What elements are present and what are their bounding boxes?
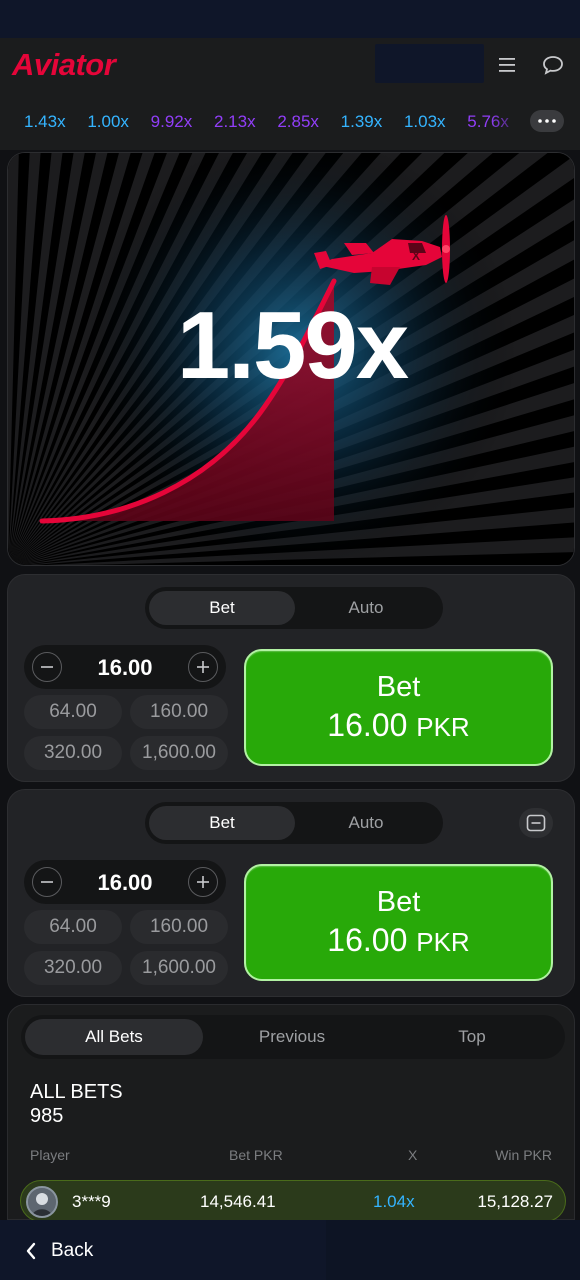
- history-item: 1.39x: [340, 112, 383, 131]
- all-bets-count: 985: [30, 1105, 64, 1127]
- game-canvas: X 1.59x: [7, 152, 575, 566]
- row-bet: 14,546.41: [200, 1192, 276, 1211]
- decrease-button[interactable]: [32, 867, 62, 897]
- place-bet-button[interactable]: Bet 16.00 PKR: [244, 649, 553, 766]
- row-win: 15,128.27: [477, 1192, 553, 1211]
- balance-box: [375, 44, 484, 83]
- bet-mode-switch: Bet Auto: [145, 802, 443, 844]
- bet-amount-value: 16.00: [327, 922, 408, 958]
- bet-button-label: Bet: [376, 886, 421, 918]
- more-dots-icon[interactable]: [530, 110, 564, 132]
- history-item: 2.13x: [213, 112, 256, 131]
- app-header: Aviator: [0, 38, 580, 94]
- increase-button[interactable]: [188, 652, 218, 682]
- bet-button-label: Bet: [376, 671, 421, 703]
- minus-icon: [41, 881, 53, 883]
- history-fade: [490, 106, 526, 138]
- row-player: 3***9: [72, 1192, 111, 1211]
- table-row: 3***9 14,546.41 1.04x 15,128.27: [20, 1180, 566, 1222]
- bottom-nav: Back: [0, 1220, 580, 1280]
- tab-top[interactable]: Top: [383, 1019, 561, 1055]
- tab-auto[interactable]: Auto: [293, 806, 439, 840]
- all-bets-title: ALL BETS: [30, 1081, 123, 1103]
- bet-amount-stepper: 16.00: [24, 860, 226, 904]
- quick-amount-button[interactable]: 1,600.00: [130, 951, 228, 985]
- minus-box-icon: [526, 814, 546, 832]
- bet-amount-input[interactable]: 16.00: [64, 870, 186, 896]
- bets-section: All Bets Previous Top ALL BETS 985 Playe…: [7, 1004, 575, 1222]
- quick-amount-button[interactable]: 160.00: [130, 910, 228, 944]
- bets-tabs: All Bets Previous Top: [21, 1015, 565, 1059]
- bet-panel-1: Bet Auto 16.00 64.00 160.00 320.00 1,600…: [7, 574, 575, 782]
- chevron-left-icon: [26, 1242, 36, 1260]
- tab-all-bets[interactable]: All Bets: [25, 1019, 203, 1055]
- status-bar: [0, 0, 580, 38]
- currency-label: PKR: [416, 927, 470, 957]
- column-header-bet: Bet PKR: [229, 1147, 283, 1163]
- minus-icon: [41, 666, 53, 668]
- back-button[interactable]: Back: [25, 1240, 93, 1262]
- history-list: 1.43x 1.00x 9.92x 2.13x 2.85x 1.39x 1.03…: [24, 112, 522, 136]
- tab-previous[interactable]: Previous: [203, 1019, 381, 1055]
- chat-icon[interactable]: [539, 51, 567, 79]
- quick-amount-button[interactable]: 160.00: [130, 695, 228, 729]
- multiplier-history: 1.43x 1.00x 9.92x 2.13x 2.85x 1.39x 1.03…: [0, 94, 580, 150]
- history-item: 1.03x: [403, 112, 446, 131]
- quick-amount-button[interactable]: 64.00: [24, 695, 122, 729]
- bet-panel-2: Bet Auto 16.00 64.00 160.00 320.00 1,600…: [7, 789, 575, 997]
- decrease-button[interactable]: [32, 652, 62, 682]
- avatar: [26, 1186, 58, 1218]
- history-item: 2.85x: [277, 112, 319, 131]
- quick-amount-button[interactable]: 320.00: [24, 951, 122, 985]
- quick-amount-button[interactable]: 1,600.00: [130, 736, 228, 770]
- svg-text:X: X: [412, 249, 420, 263]
- history-item: 9.92x: [150, 112, 193, 131]
- remove-panel-button[interactable]: [519, 808, 553, 838]
- nav-right-area: [326, 1220, 580, 1280]
- currency-label: PKR: [416, 712, 470, 742]
- column-header-player: Player: [30, 1147, 70, 1163]
- bet-amount-input[interactable]: 16.00: [64, 655, 186, 681]
- history-item: 1.43x: [24, 112, 66, 131]
- tab-bet[interactable]: Bet: [149, 591, 295, 625]
- back-label: Back: [51, 1240, 94, 1261]
- row-multiplier: 1.04x: [373, 1192, 415, 1211]
- bet-button-amount: 16.00 PKR: [246, 922, 551, 959]
- current-multiplier: 1.59x: [176, 292, 409, 399]
- bet-amount-stepper: 16.00: [24, 645, 226, 689]
- plus-icon: [197, 876, 209, 888]
- tab-bet[interactable]: Bet: [149, 806, 295, 840]
- quick-amount-button[interactable]: 320.00: [24, 736, 122, 770]
- bet-mode-switch: Bet Auto: [145, 587, 443, 629]
- column-header-x: X: [408, 1147, 418, 1163]
- tab-auto[interactable]: Auto: [293, 591, 439, 625]
- aviator-logo: Aviator: [12, 47, 116, 82]
- history-item: 1.00x: [87, 112, 129, 131]
- place-bet-button[interactable]: Bet 16.00 PKR: [244, 864, 553, 981]
- bet-amount-value: 16.00: [327, 707, 408, 743]
- quick-amount-button[interactable]: 64.00: [24, 910, 122, 944]
- plus-icon: [197, 661, 209, 673]
- bet-button-amount: 16.00 PKR: [246, 707, 551, 744]
- column-header-win: Win PKR: [495, 1147, 552, 1163]
- menu-icon[interactable]: [494, 52, 520, 78]
- increase-button[interactable]: [188, 867, 218, 897]
